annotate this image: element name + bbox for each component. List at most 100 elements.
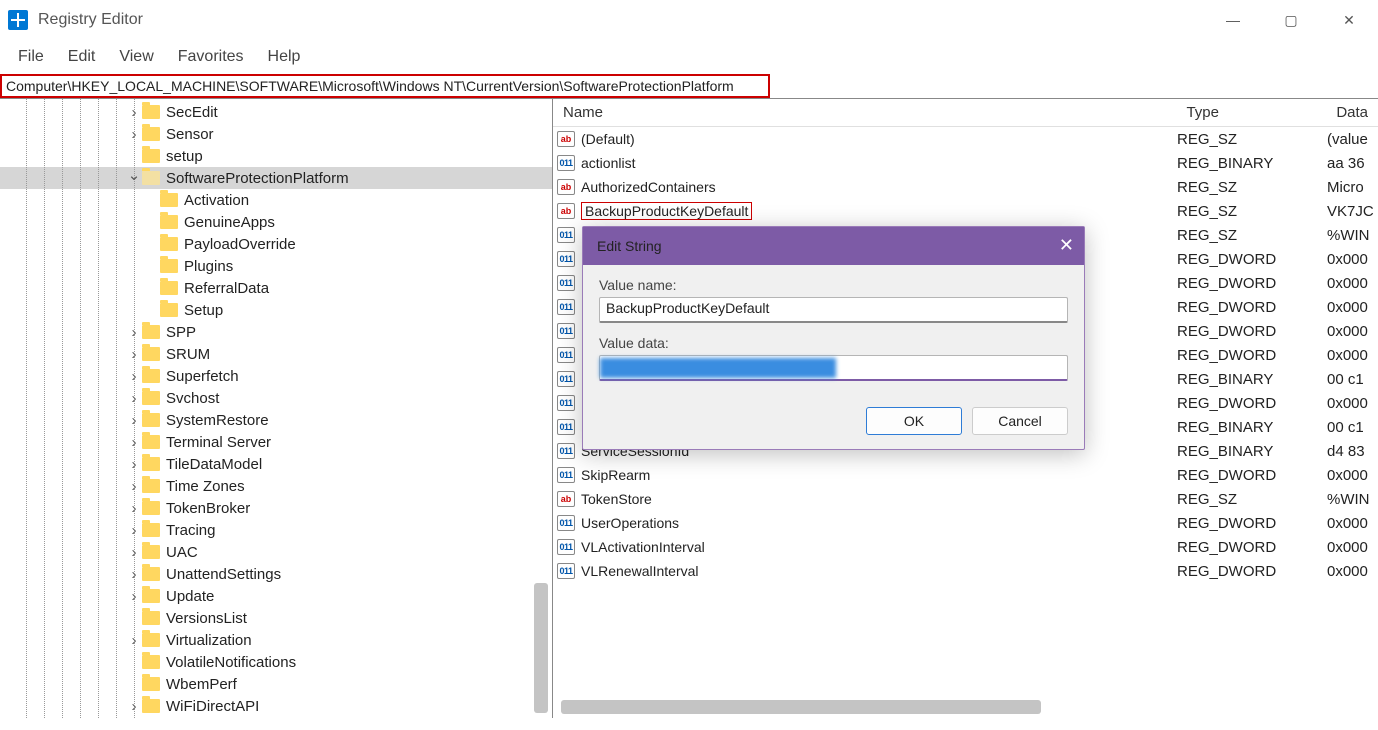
tree-item[interactable]: Activation bbox=[0, 189, 552, 211]
expand-icon[interactable] bbox=[126, 434, 142, 451]
tree-item[interactable]: ReferralData bbox=[0, 277, 552, 299]
dialog-titlebar[interactable]: Edit String ✕ bbox=[583, 227, 1084, 265]
menu-help[interactable]: Help bbox=[258, 44, 311, 70]
expand-icon[interactable] bbox=[126, 698, 142, 715]
value-row[interactable]: VLActivationIntervalREG_DWORD0x000 bbox=[553, 535, 1378, 559]
expand-icon[interactable] bbox=[126, 566, 142, 583]
dialog-close-icon[interactable]: ✕ bbox=[1059, 235, 1074, 256]
address-bar[interactable]: Computer\HKEY_LOCAL_MACHINE\SOFTWARE\Mic… bbox=[0, 74, 770, 98]
folder-icon bbox=[160, 193, 178, 207]
expand-icon[interactable] bbox=[126, 126, 142, 143]
value-row[interactable]: actionlistREG_BINARYaa 36 bbox=[553, 151, 1378, 175]
menu-favorites[interactable]: Favorites bbox=[168, 44, 254, 70]
expand-icon[interactable] bbox=[126, 544, 142, 561]
tree-item[interactable]: Superfetch bbox=[0, 365, 552, 387]
tree-item[interactable]: Terminal Server bbox=[0, 431, 552, 453]
expand-icon[interactable] bbox=[126, 390, 142, 407]
expand-icon[interactable] bbox=[126, 104, 142, 121]
value-name: AuthorizedContainers bbox=[581, 179, 1177, 196]
value-name-label: Value name: bbox=[599, 277, 1068, 293]
tree-item[interactable]: setup bbox=[0, 145, 552, 167]
expand-icon[interactable] bbox=[126, 500, 142, 517]
menu-file[interactable]: File bbox=[8, 44, 54, 70]
tree-item[interactable]: Sensor bbox=[0, 123, 552, 145]
tree-item-label: Terminal Server bbox=[166, 434, 271, 451]
expand-icon[interactable] bbox=[126, 456, 142, 473]
tree-item[interactable]: Plugins bbox=[0, 255, 552, 277]
tree-item[interactable]: VersionsList bbox=[0, 607, 552, 629]
values-hscroll[interactable] bbox=[561, 700, 1370, 714]
value-type: REG_BINARY bbox=[1177, 155, 1327, 172]
tree-panel: SecEditSensorsetupSoftwareProtectionPlat… bbox=[0, 99, 553, 718]
expand-icon[interactable] bbox=[126, 522, 142, 539]
tree-item[interactable]: VolatileNotifications bbox=[0, 651, 552, 673]
tree-item[interactable]: UnattendSettings bbox=[0, 563, 552, 585]
value-type: REG_DWORD bbox=[1177, 539, 1327, 556]
tree-item[interactable]: TileDataModel bbox=[0, 453, 552, 475]
value-row[interactable]: SkipRearmREG_DWORD0x000 bbox=[553, 463, 1378, 487]
value-name-input[interactable]: BackupProductKeyDefault bbox=[599, 297, 1068, 323]
expand-icon[interactable] bbox=[126, 632, 142, 649]
tree-item[interactable]: Update bbox=[0, 585, 552, 607]
tree-item[interactable]: SecEdit bbox=[0, 101, 552, 123]
tree-item[interactable]: Tracing bbox=[0, 519, 552, 541]
value-type: REG_DWORD bbox=[1177, 323, 1327, 340]
expand-icon[interactable] bbox=[126, 368, 142, 385]
col-type[interactable]: Type bbox=[1176, 104, 1326, 121]
tree-item-label: UnattendSettings bbox=[166, 566, 281, 583]
value-type: REG_BINARY bbox=[1177, 443, 1327, 460]
folder-icon bbox=[142, 105, 160, 119]
expand-icon[interactable] bbox=[126, 346, 142, 363]
value-data: 0x000 bbox=[1327, 323, 1368, 340]
tree-item[interactable]: SoftwareProtectionPlatform bbox=[0, 167, 552, 189]
expand-icon[interactable] bbox=[126, 169, 142, 187]
col-name[interactable]: Name bbox=[553, 104, 1176, 121]
value-row[interactable]: AuthorizedContainersREG_SZMicro bbox=[553, 175, 1378, 199]
window-title: Registry Editor bbox=[38, 11, 143, 29]
tree-item[interactable]: SystemRestore bbox=[0, 409, 552, 431]
folder-icon bbox=[142, 567, 160, 581]
value-data-input[interactable] bbox=[599, 355, 1068, 381]
tree-item[interactable]: SPP bbox=[0, 321, 552, 343]
tree-item[interactable]: WbemPerf bbox=[0, 673, 552, 695]
tree-item[interactable]: Setup bbox=[0, 299, 552, 321]
tree-vscroll[interactable] bbox=[534, 99, 550, 718]
value-name: UserOperations bbox=[581, 515, 1177, 532]
close-button[interactable]: ✕ bbox=[1320, 0, 1378, 40]
menu-view[interactable]: View bbox=[109, 44, 163, 70]
value-data: %WIN bbox=[1327, 227, 1370, 244]
expand-icon[interactable] bbox=[126, 588, 142, 605]
tree-item[interactable]: WiFiDirectAPI bbox=[0, 695, 552, 717]
tree-item[interactable]: Time Zones bbox=[0, 475, 552, 497]
value-type: REG_DWORD bbox=[1177, 515, 1327, 532]
expand-icon[interactable] bbox=[126, 412, 142, 429]
tree-item-label: Tracing bbox=[166, 522, 215, 539]
cancel-button[interactable]: Cancel bbox=[972, 407, 1068, 435]
value-row[interactable]: BackupProductKeyDefaultREG_SZVK7JC bbox=[553, 199, 1378, 223]
tree-item[interactable]: PayloadOverride bbox=[0, 233, 552, 255]
minimize-button[interactable]: — bbox=[1204, 0, 1262, 40]
value-row[interactable]: VLRenewalIntervalREG_DWORD0x000 bbox=[553, 559, 1378, 583]
tree-item[interactable]: GenuineApps bbox=[0, 211, 552, 233]
value-row[interactable]: UserOperationsREG_DWORD0x000 bbox=[553, 511, 1378, 535]
expand-icon[interactable] bbox=[126, 478, 142, 495]
expand-icon[interactable] bbox=[126, 324, 142, 341]
value-row[interactable]: (Default)REG_SZ(value bbox=[553, 127, 1378, 151]
folder-icon bbox=[142, 523, 160, 537]
ok-button[interactable]: OK bbox=[866, 407, 962, 435]
col-data[interactable]: Data bbox=[1326, 104, 1378, 121]
tree-item[interactable]: SRUM bbox=[0, 343, 552, 365]
tree-item[interactable]: TokenBroker bbox=[0, 497, 552, 519]
tree-item-label: GenuineApps bbox=[184, 214, 275, 231]
tree-item[interactable]: UAC bbox=[0, 541, 552, 563]
value-data: 0x000 bbox=[1327, 299, 1368, 316]
value-type: REG_BINARY bbox=[1177, 419, 1327, 436]
string-icon bbox=[557, 491, 575, 507]
tree-item[interactable]: Virtualization bbox=[0, 629, 552, 651]
maximize-button[interactable]: ▢ bbox=[1262, 0, 1320, 40]
tree-item[interactable]: Svchost bbox=[0, 387, 552, 409]
menu-edit[interactable]: Edit bbox=[58, 44, 106, 70]
value-row[interactable]: TokenStoreREG_SZ%WIN bbox=[553, 487, 1378, 511]
tree-item-label: Plugins bbox=[184, 258, 233, 275]
tree-item-label: TileDataModel bbox=[166, 456, 262, 473]
